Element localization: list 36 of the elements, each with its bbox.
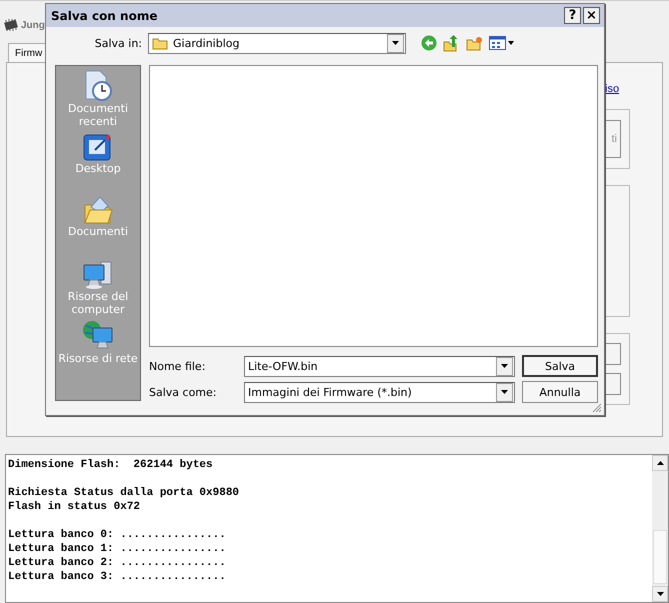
dropdown-arrow-icon	[392, 41, 399, 45]
resize-grip-icon[interactable]	[592, 403, 602, 413]
log-line: Lettura banco 3: ................	[8, 570, 227, 584]
folder-icon	[152, 36, 168, 50]
recent-documents-icon	[83, 70, 113, 102]
dropdown-arrow-icon	[501, 390, 508, 394]
file-type-dropdown[interactable]: Immagini dei Firmware (*.bin)	[244, 382, 515, 402]
file-name-label: Nome file:	[149, 360, 206, 372]
view-menu-icon[interactable]	[489, 36, 515, 50]
dropdown-arrow-icon	[501, 364, 508, 368]
documents-folder-icon	[83, 195, 113, 225]
help-button[interactable]: ?	[564, 7, 581, 24]
back-icon[interactable]	[421, 35, 437, 51]
dialog-title: Salva con nome	[51, 8, 158, 22]
computer-icon	[82, 260, 114, 290]
save-in-dropdown[interactable]: Giardiniblog	[148, 32, 406, 54]
save-in-label: Salva in:	[94, 36, 143, 50]
cancel-button[interactable]: Annulla	[522, 381, 598, 403]
save-as-label: Salva come:	[149, 386, 218, 398]
save-button[interactable]: Salva	[522, 355, 598, 377]
log-line: Dimensione Flash: 262144 bytes	[8, 458, 214, 472]
up-folder-icon[interactable]	[443, 34, 460, 52]
desktop-icon	[83, 132, 113, 162]
close-button[interactable]: ×	[583, 7, 600, 24]
log-line: Lettura banco 0: ................	[8, 528, 227, 542]
scrollbar[interactable]	[652, 455, 668, 602]
log-line: Richiesta Status dalla porta 0x9880	[8, 486, 240, 500]
log-line: Lettura banco 2: ................	[8, 556, 227, 570]
app-title: Jung	[21, 20, 45, 30]
log-line: Flash in status 0x72	[8, 500, 142, 514]
log-line: Lettura banco 1: ................	[8, 542, 227, 556]
scroll-down-icon[interactable]	[656, 592, 664, 596]
new-folder-icon[interactable]	[466, 36, 483, 50]
file-name-field[interactable]: Lite-OFW.bin	[244, 356, 515, 376]
chip-icon	[3, 19, 19, 31]
scroll-up-icon[interactable]	[656, 461, 664, 465]
